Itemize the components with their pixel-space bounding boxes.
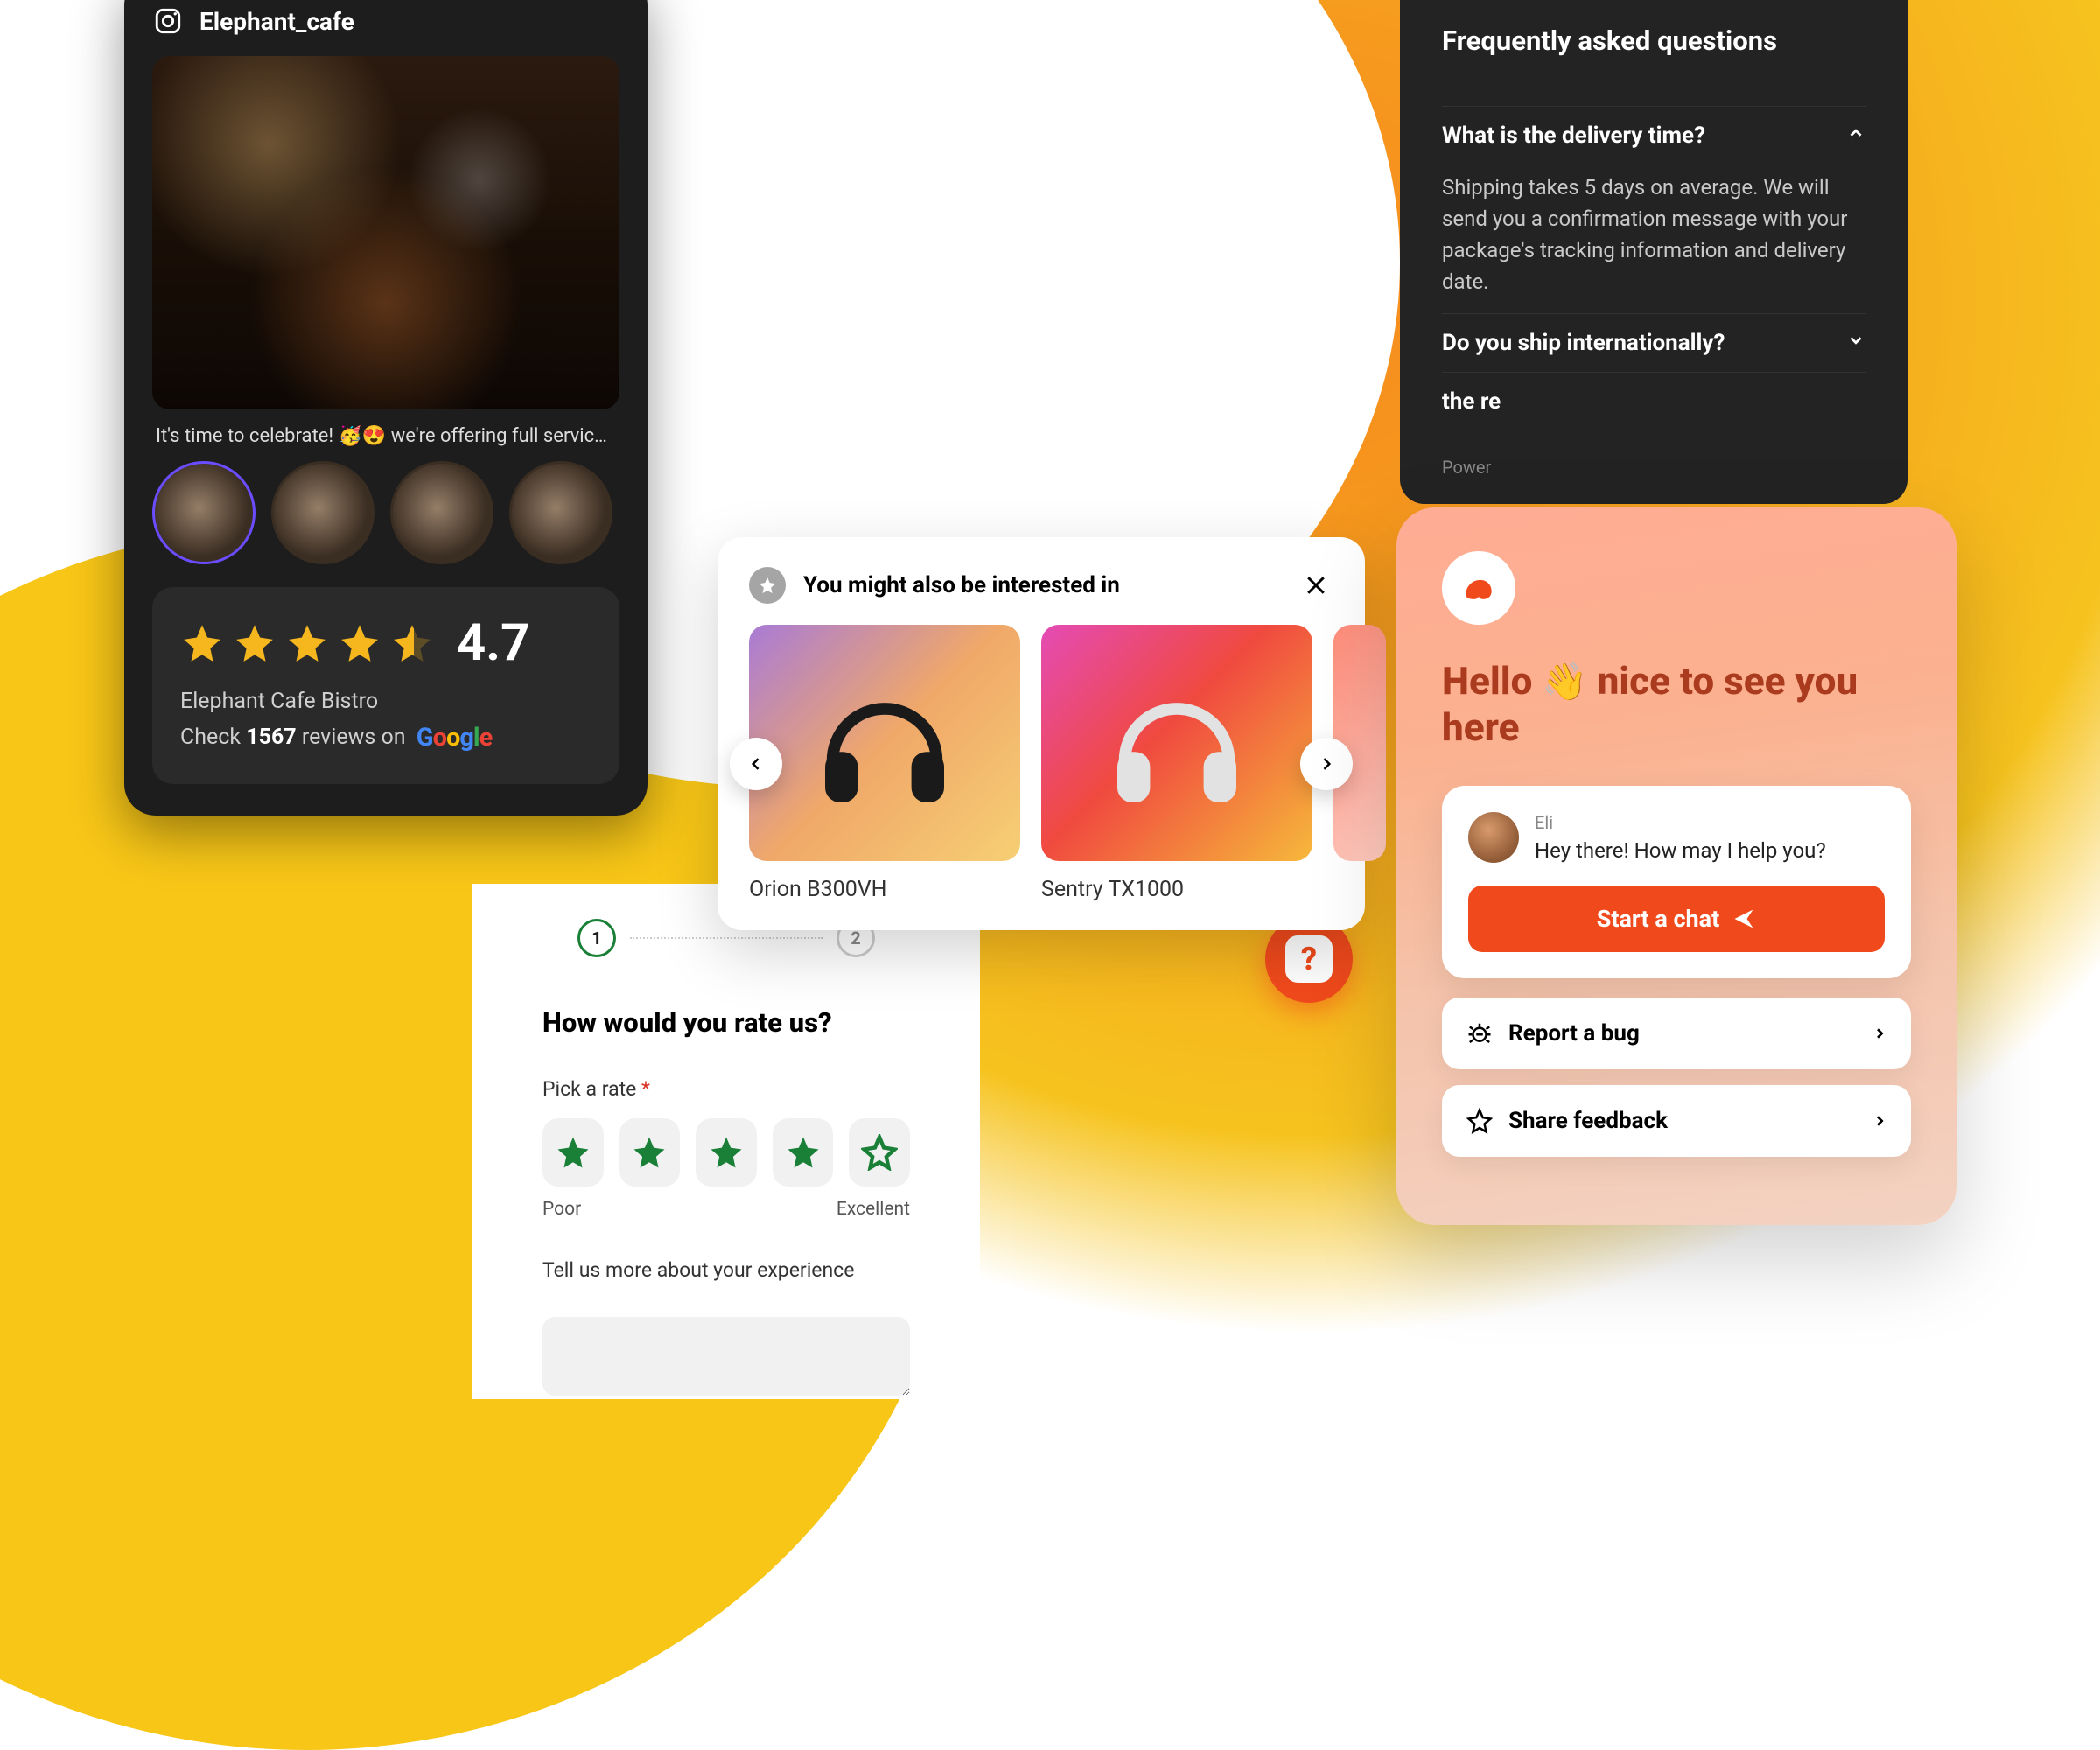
chat-panel: Eli Hey there! How may I help you? Start… [1442, 786, 1911, 978]
insta-thumb-1[interactable] [152, 461, 256, 564]
rec-image-2 [1041, 625, 1312, 861]
review-summary: 4.7 Elephant Cafe Bistro Check 1567 revi… [152, 587, 620, 784]
faq-answer-1: Shipping takes 5 days on average. We wil… [1442, 172, 1866, 298]
rec-item-2[interactable]: Sentry TX1000 [1041, 625, 1312, 902]
star-icon [233, 621, 276, 665]
survey-heading: How would you rate us? [542, 1006, 910, 1039]
required-indicator: * [641, 1077, 650, 1101]
rec-item-1[interactable]: Orion B300VH [749, 625, 1020, 902]
wave-icon: 👋 [1542, 661, 1587, 704]
chat-message: Eli Hey there! How may I help you? [1468, 812, 1885, 866]
rating-star-3[interactable] [696, 1118, 757, 1186]
faq-question-1[interactable]: What is the delivery time? [1442, 122, 1866, 149]
brand-icon [1460, 569, 1498, 607]
recommendations-card: You might also be interested in Orion B3… [718, 537, 1365, 930]
faq-question-1-text: What is the delivery time? [1442, 122, 1705, 149]
review-line: Check 1567 reviews on Google [180, 723, 592, 752]
review-star-row: 4.7 [180, 613, 592, 673]
rating-star-1[interactable] [542, 1118, 604, 1186]
review-suffix: reviews on [297, 724, 411, 750]
rating-scale-labels: Poor Excellent [542, 1199, 910, 1220]
survey-rate-label-text: Pick a rate [542, 1077, 641, 1101]
faq-item-2: Do you ship internationally? [1442, 313, 1866, 372]
recommendations-row: Orion B300VH Sentry TX1000 [749, 625, 1334, 902]
close-button[interactable] [1298, 568, 1334, 603]
start-chat-button[interactable]: Start a chat [1468, 886, 1885, 952]
faq-powered-text: Power [1442, 457, 1866, 478]
report-bug-button[interactable]: Report a bug [1442, 998, 1911, 1069]
help-icon: ? [1285, 935, 1333, 983]
rating-star-5[interactable] [849, 1118, 910, 1186]
chat-widget: Hello 👋 nice to see you here Eli Hey the… [1396, 508, 1956, 1225]
survey-card: 1 2 How would you rate us? Pick a rate *… [472, 884, 980, 1399]
review-score: 4.7 [457, 613, 529, 673]
share-feedback-button[interactable]: Share feedback [1442, 1085, 1911, 1157]
star-half-icon [390, 621, 434, 665]
chat-hello: Hello 👋 nice to see you here [1442, 658, 1911, 751]
survey-textarea-label: Tell us more about your experience [542, 1258, 910, 1282]
review-count: 1567 [246, 724, 296, 750]
star-outline-icon [1466, 1108, 1493, 1134]
chat-agent-name: Eli [1535, 812, 1826, 833]
report-bug-label: Report a bug [1508, 1020, 1640, 1046]
start-chat-label: Start a chat [1597, 905, 1720, 933]
insta-handle: Elephant_cafe [200, 7, 354, 36]
chat-hello-1: Hello [1442, 658, 1542, 704]
survey-textarea[interactable] [542, 1317, 910, 1396]
scale-low: Poor [542, 1199, 581, 1220]
survey-rate-label: Pick a rate * [542, 1077, 910, 1101]
star-badge-icon [749, 567, 786, 604]
insta-review-card: Elephant_cafe It's time to celebrate! 🥳😍… [124, 0, 648, 816]
step-1[interactable]: 1 [578, 919, 616, 957]
chevron-down-icon [1846, 330, 1866, 356]
insta-hero-image[interactable] [152, 56, 620, 410]
insta-thumb-row [152, 461, 620, 564]
faq-card: Frequently asked questions What is the d… [1400, 0, 1908, 504]
rating-star-2[interactable] [620, 1118, 681, 1186]
star-icon [180, 621, 224, 665]
chat-message-text: Eli Hey there! How may I help you? [1535, 812, 1826, 866]
rating-star-4[interactable] [773, 1118, 834, 1186]
bug-icon [1466, 1020, 1493, 1046]
send-icon [1732, 906, 1756, 931]
faq-question-2-text: Do you ship internationally? [1442, 330, 1725, 356]
insta-caption: It's time to celebrate! 🥳😍 we're offerin… [152, 425, 620, 447]
review-business-name: Elephant Cafe Bistro [180, 689, 592, 714]
chevron-right-icon [1872, 1108, 1886, 1134]
insta-thumb-2[interactable] [271, 461, 374, 564]
faq-question-3-text: the re [1442, 388, 1501, 415]
insta-thumb-4[interactable] [509, 461, 612, 564]
chat-agent-msg: Hey there! How may I help you? [1535, 836, 1826, 866]
faq-item-3: the re [1442, 372, 1866, 430]
star-icon [285, 621, 329, 665]
faq-question-3[interactable]: the re [1442, 388, 1866, 415]
faq-title: Frequently asked questions [1442, 24, 1866, 57]
rating-star-row [542, 1118, 910, 1186]
chevron-right-icon [1872, 1020, 1886, 1046]
insta-thumb-3[interactable] [390, 461, 494, 564]
share-feedback-label: Share feedback [1508, 1108, 1668, 1134]
recommendations-header: You might also be interested in [749, 567, 1334, 604]
review-prefix: Check [180, 724, 246, 750]
rec-item-2-name: Sentry TX1000 [1041, 877, 1312, 902]
rec-item-1-name: Orion B300VH [749, 877, 1020, 902]
insta-header: Elephant_cafe [152, 5, 620, 37]
star-icon [338, 621, 382, 665]
chevron-up-icon [1846, 122, 1866, 149]
carousel-prev-button[interactable] [730, 738, 782, 790]
chat-logo [1442, 551, 1516, 625]
headphone-icon [810, 668, 959, 817]
step-divider [630, 937, 822, 939]
avatar [1468, 812, 1519, 863]
rec-image-1 [749, 625, 1020, 861]
faq-question-2[interactable]: Do you ship internationally? [1442, 330, 1866, 356]
recommendations-title: You might also be interested in [803, 572, 1281, 598]
carousel-next-button[interactable] [1300, 738, 1353, 790]
faq-item-1: What is the delivery time? Shipping take… [1442, 106, 1866, 313]
instagram-icon [152, 5, 184, 37]
help-glyph: ? [1301, 941, 1317, 977]
scale-high: Excellent [836, 1199, 910, 1220]
headphone-icon [1102, 668, 1251, 817]
google-logo: Google [416, 723, 492, 752]
